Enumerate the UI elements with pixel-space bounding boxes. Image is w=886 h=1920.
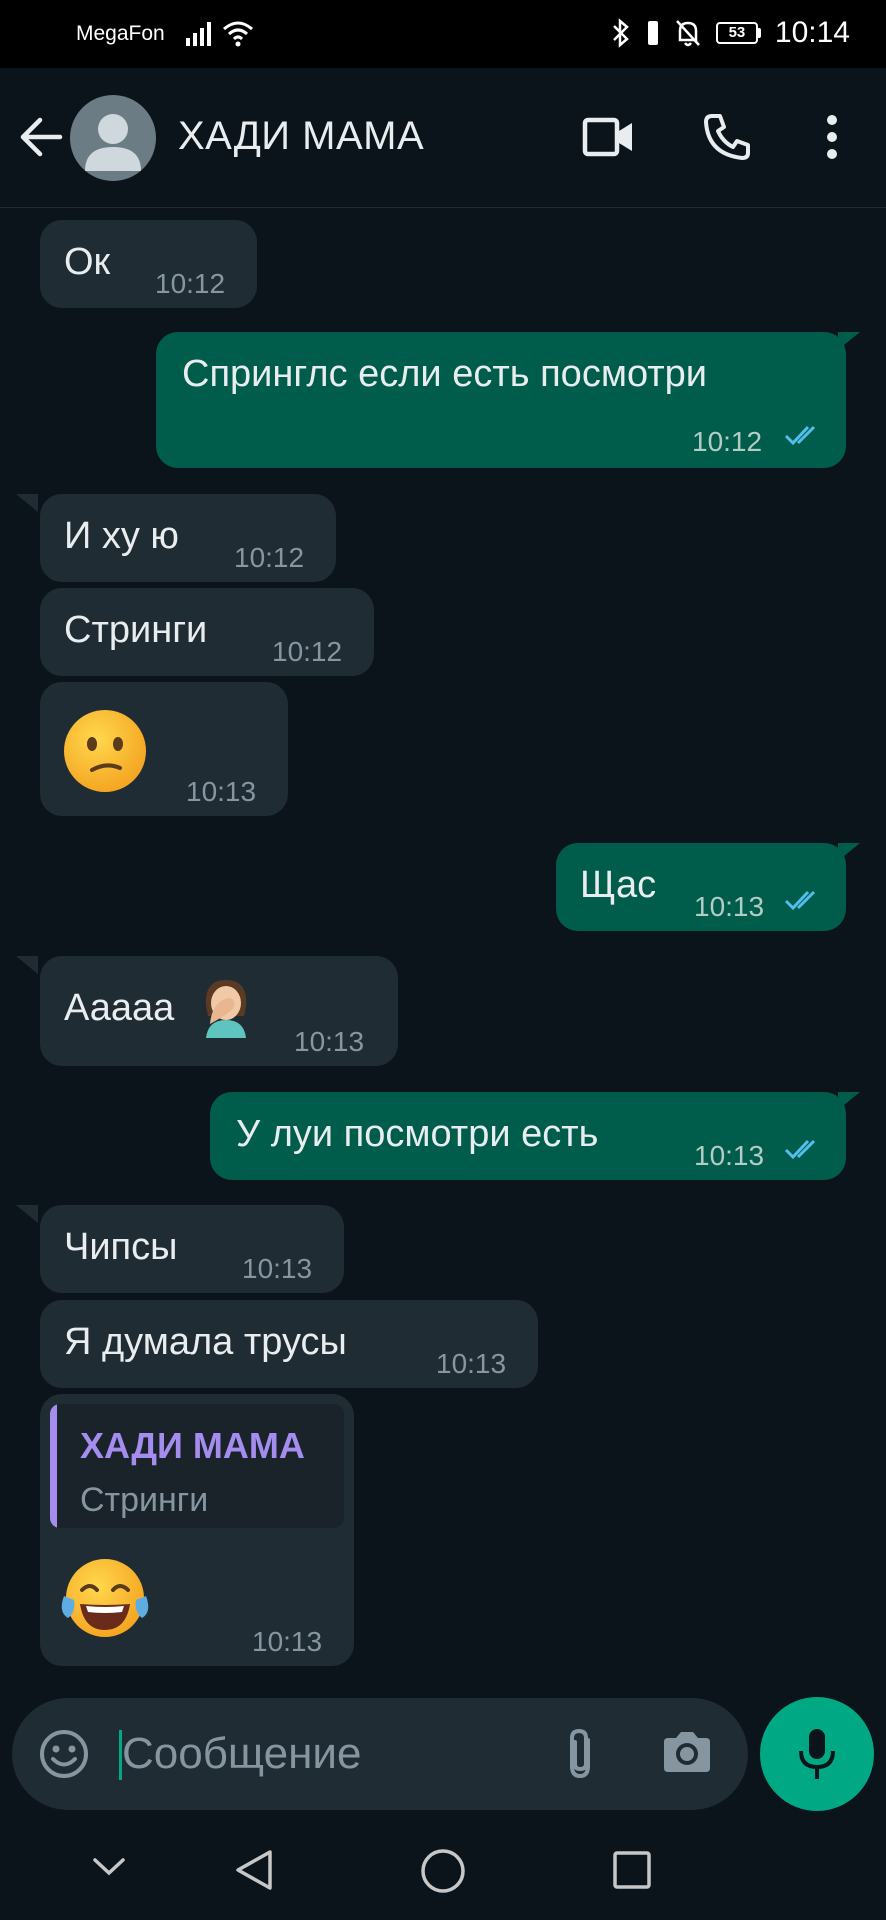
carrier-name: MegaFon (76, 22, 165, 45)
message-bubble-out[interactable]: У луи посмотри есть 10:13 (210, 1092, 846, 1180)
message-time: 10:12 (155, 268, 226, 299)
avatar[interactable] (70, 95, 156, 181)
vibrate-icon (647, 21, 658, 45)
message-time: 10:13 (186, 776, 257, 807)
bluetooth-icon (613, 18, 629, 48)
face-with-tears-of-joy-icon (61, 1559, 149, 1637)
read-ticks-icon (784, 890, 816, 911)
chat-header: ХАДИ МАМА (0, 68, 886, 208)
message-text: Я думала трусы (64, 1321, 347, 1363)
bubble-tail (16, 956, 38, 974)
contact-name[interactable]: ХАДИ МАМА (178, 114, 424, 159)
bubble-tail (16, 1205, 38, 1223)
nav-recents-icon[interactable] (612, 1850, 652, 1890)
message-bubble-in[interactable]: Ок 10:12 (40, 220, 257, 308)
message-bubble-in[interactable]: Ааааа 10:13 (40, 956, 398, 1066)
paperclip-icon[interactable] (560, 1726, 600, 1782)
signal-icon (186, 22, 211, 46)
wifi-icon (223, 21, 253, 47)
message-time: 10:12 (272, 636, 343, 667)
bell-off-icon (676, 20, 700, 47)
nav-back-icon[interactable] (234, 1848, 274, 1892)
message-bubble-in-reply[interactable]: ХАДИ МАМА Стринги 10:13 (40, 1394, 354, 1666)
clock: 10:14 (774, 16, 850, 49)
message-time: 10:13 (436, 1348, 507, 1379)
battery-indicator: 53 (715, 22, 761, 44)
woman-facepalming-icon (205, 980, 247, 1038)
battery-level: 53 (715, 22, 758, 44)
message-bubble-in[interactable]: 10:13 (40, 682, 288, 816)
message-text: Ааааа (64, 987, 175, 1029)
message-text: Ок (64, 241, 111, 283)
more-vert-icon[interactable] (824, 114, 840, 160)
microphone-icon (799, 1729, 835, 1779)
message-text: У луи посмотри есть (236, 1113, 599, 1155)
message-time: 10:13 (252, 1626, 323, 1657)
bubble-tail (16, 494, 38, 512)
message-input[interactable] (122, 1726, 452, 1782)
chevron-down-icon[interactable] (92, 1856, 126, 1878)
message-time: 10:13 (294, 1026, 365, 1057)
message-bubble-in[interactable]: Стринги 10:12 (40, 588, 374, 676)
message-time: 10:12 (692, 426, 763, 457)
status-bar: MegaFon 53 10:14 (0, 0, 886, 68)
system-nav-bar (0, 1820, 886, 1920)
message-time: 10:13 (242, 1253, 313, 1284)
quoted-text: Стринги (80, 1481, 209, 1519)
back-arrow-icon[interactable] (18, 114, 64, 160)
nav-home-icon[interactable] (420, 1848, 466, 1894)
message-bubble-out[interactable]: Щас 10:13 (556, 843, 846, 931)
message-bubble-out[interactable]: Спринглс если есть посмотри 10:12 (156, 332, 846, 468)
phone-call-icon[interactable] (702, 112, 752, 162)
message-text: Стринги (64, 609, 208, 651)
read-ticks-icon (784, 425, 816, 446)
emoji-icon[interactable] (38, 1728, 90, 1780)
message-text: Щас (580, 864, 657, 906)
message-text: Чипсы (64, 1226, 178, 1268)
video-call-icon[interactable] (582, 116, 634, 158)
quote-accent-bar (50, 1404, 57, 1528)
quoted-message[interactable]: ХАДИ МАМА Стринги (50, 1404, 344, 1528)
voice-message-button[interactable] (760, 1697, 874, 1811)
message-text: Спринглс если есть посмотри (182, 353, 708, 395)
camera-icon[interactable] (660, 1728, 714, 1776)
confused-face-icon (64, 710, 146, 792)
message-bubble-in[interactable]: Я думала трусы 10:13 (40, 1300, 538, 1388)
person-icon (85, 114, 141, 171)
message-time: 10:13 (694, 1140, 765, 1171)
quoted-sender-name: ХАДИ МАМА (80, 1425, 305, 1466)
message-time: 10:13 (694, 891, 765, 922)
message-text: И ху ю (64, 515, 179, 557)
message-bubble-in[interactable]: Чипсы 10:13 (40, 1205, 344, 1293)
message-composer (12, 1698, 748, 1810)
message-bubble-in[interactable]: И ху ю 10:12 (40, 494, 336, 582)
read-ticks-icon (784, 1139, 816, 1160)
message-time: 10:12 (234, 542, 305, 573)
